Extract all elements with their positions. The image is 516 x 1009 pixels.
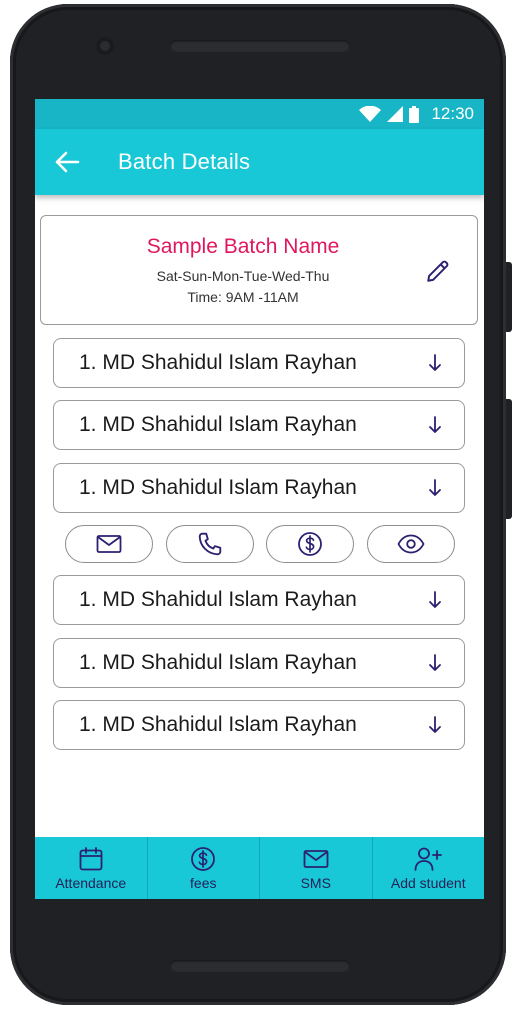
status-bar: 12:30 [35,99,484,129]
pencil-icon [427,260,449,282]
batch-days: Sat-Sun-Mon-Tue-Wed-Thu [156,268,330,284]
nav-label: Attendance [55,875,127,891]
student-fees-button[interactable] [266,525,355,563]
battery-icon [409,105,420,123]
add-user-icon [414,847,443,871]
status-time: 12:30 [431,104,474,123]
back-button[interactable] [37,129,97,195]
nav-add-student[interactable]: Add student [373,837,485,899]
student-row[interactable]: 1. MD Shahidul Islam Rayhan [53,338,465,388]
power-button [506,399,512,519]
dollar-icon [298,532,323,556]
nav-label: Add student [390,875,466,891]
screen: 12:30 Batch Details Sample Batch Name Sa… [35,99,484,899]
student-name: 1. MD Shahidul Islam Rayhan [79,713,357,736]
student-name: 1. MD Shahidul Islam Rayhan [79,588,357,611]
wifi-icon [359,106,382,122]
arrow-down-icon[interactable] [423,651,447,675]
student-name: 1. MD Shahidul Islam Rayhan [79,351,357,374]
arrow-down-icon[interactable] [423,476,447,500]
arrow-down-icon[interactable] [423,588,447,612]
mail-icon [96,535,122,553]
signal-icon [387,106,404,122]
batch-card: Sample Batch Name Sat-Sun-Mon-Tue-Wed-Th… [40,215,478,325]
student-row[interactable]: 1. MD Shahidul Islam Rayhan [53,638,465,688]
bottom-speaker [170,960,350,972]
student-row[interactable]: 1. MD Shahidul Islam Rayhan [53,575,465,625]
phone-icon [198,532,221,556]
page-title: Batch Details [118,149,251,174]
arrow-left-icon [55,151,80,173]
student-row[interactable]: 1. MD Shahidul Islam Rayhan [53,463,465,513]
mail-icon [303,850,329,868]
earpiece-speaker [170,40,350,52]
batch-time: Time: 9AM -11AM [187,289,299,305]
call-student-button[interactable] [165,525,254,563]
student-name: 1. MD Shahidul Islam Rayhan [79,413,357,436]
calendar-icon [79,847,103,871]
arrow-down-icon[interactable] [423,413,447,437]
student-name: 1. MD Shahidul Islam Rayhan [79,476,357,499]
batch-name: Sample Batch Name [146,235,340,258]
nav-attendance[interactable]: Attendance [35,837,148,899]
student-row[interactable]: 1. MD Shahidul Islam Rayhan [53,400,465,450]
edit-batch-button[interactable] [424,257,452,285]
eye-icon [397,534,425,554]
student-actions [65,525,455,563]
dollar-icon [191,847,216,871]
nav-label: SMS [300,875,331,891]
volume-button [506,262,512,332]
student-row[interactable]: 1. MD Shahidul Islam Rayhan [53,700,465,750]
nav-sms[interactable]: SMS [260,837,373,899]
arrow-down-icon[interactable] [423,713,447,737]
view-student-button[interactable] [366,525,455,563]
student-name: 1. MD Shahidul Islam Rayhan [79,651,357,674]
arrow-down-icon[interactable] [423,351,447,375]
front-camera [96,37,114,55]
email-student-button[interactable] [65,525,153,563]
nav-label: fees [190,875,217,891]
bottom-nav: Attendance fees SMS Add student [35,837,484,899]
app-bar: Batch Details [35,129,484,195]
nav-fees[interactable]: fees [148,837,260,899]
